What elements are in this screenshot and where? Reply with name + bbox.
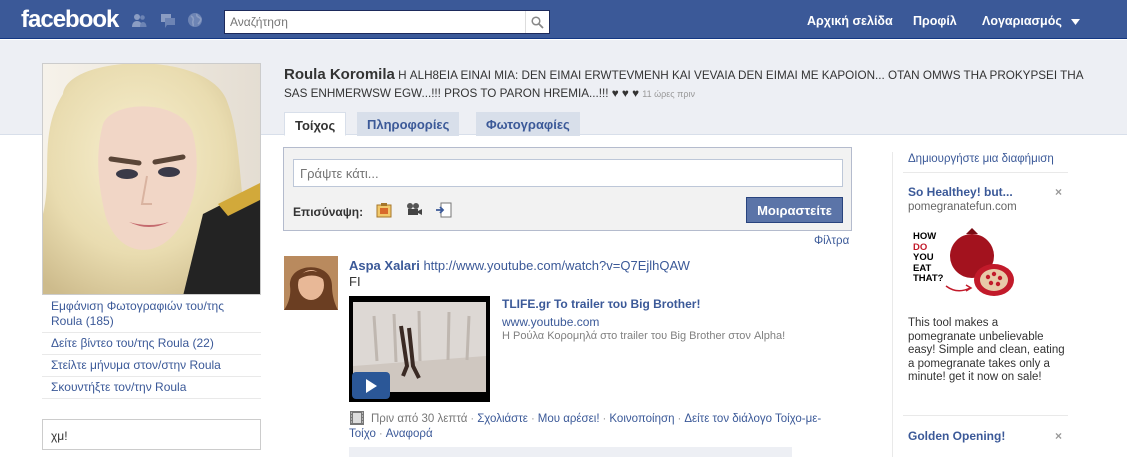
mini-status-box: χμ!	[42, 419, 261, 450]
ad1-caption-line: THAT?	[913, 273, 944, 284]
avatar-image	[284, 256, 338, 310]
play-button[interactable]	[352, 372, 390, 399]
ad1-close-button[interactable]: ×	[1055, 185, 1062, 199]
story-timestamp[interactable]: Πριν από 30 λεπτά	[371, 413, 467, 425]
share-link[interactable]: Κοινοποίηση	[609, 413, 674, 425]
filters-link[interactable]: Φίλτρα	[814, 235, 849, 247]
view-photos-link[interactable]: Εμφάνιση Φωτογραφιών του/της Roula (185)	[42, 296, 261, 333]
messages-icon[interactable]	[160, 12, 176, 28]
profile-left-links: Εμφάνιση Φωτογραφιών του/της Roula (185)…	[42, 296, 261, 399]
view-videos-link[interactable]: Δείτε βίντεο του/της Roula (22)	[42, 333, 261, 355]
status-timestamp[interactable]: 11 ώρες πριν	[642, 89, 695, 99]
profile-portrait-image	[43, 64, 260, 294]
ad1-domain[interactable]: pomegranatefun.com	[908, 201, 1017, 213]
ad1-caption-line: YOU	[913, 252, 934, 263]
attach-video-icon[interactable]	[405, 201, 423, 219]
share-button[interactable]: Μοιραστείτε	[746, 197, 843, 223]
video-title-link[interactable]: TLIFE.gr Το trailer του Big Brother!	[502, 297, 700, 311]
nav-home-link[interactable]: Αρχική σελίδα	[807, 14, 893, 28]
story-author-name[interactable]: Aspa Xalari	[349, 258, 420, 273]
profile-name-status: Roula Koromila Η ALH8EIA EINAI MIA: DEN …	[284, 66, 1084, 103]
nav-account-label: Λογαριασμός	[982, 14, 1062, 28]
ad1-image-caption: HOW DO YOU EAT THAT?	[913, 231, 944, 285]
send-message-link[interactable]: Στείλτε μήνυμα στον/στην Roula	[42, 355, 261, 377]
facebook-logo[interactable]: facebook	[21, 6, 119, 34]
story-url-tail: FI	[349, 274, 361, 289]
nav-account-link[interactable]: Λογαριασμός	[982, 14, 1081, 28]
video-domain-link[interactable]: www.youtube.com	[502, 315, 599, 329]
ad1-body-text: This tool makes a pomegranate unbelievab…	[908, 317, 1065, 383]
film-icon	[350, 411, 364, 425]
attach-link-icon[interactable]	[435, 201, 453, 219]
play-icon	[366, 378, 377, 393]
story-author-avatar[interactable]	[284, 256, 338, 310]
notifications-globe-icon[interactable]	[187, 12, 203, 28]
chevron-down-icon	[1071, 18, 1081, 25]
attach-label: Επισύναψη:	[293, 205, 364, 219]
comment-link[interactable]: Σχολιάστε	[477, 413, 528, 425]
story-footer: Πριν από 30 λεπτά · Σχολιάστε · Μου αρέσει! ·…	[349, 410, 859, 442]
ad2-close-button[interactable]: ×	[1055, 429, 1062, 443]
search-box	[224, 10, 550, 34]
ads-divider	[903, 172, 1068, 173]
like-link[interactable]: Μου αρέσει!	[538, 413, 600, 425]
ad2-title-link[interactable]: Golden Opening!	[908, 429, 1005, 443]
video-description: Η Ρούλα Κορομηλά στο trailer του Big Bro…	[502, 330, 786, 342]
report-link[interactable]: Αναφορά	[386, 428, 433, 440]
profile-name[interactable]: Roula Koromila	[284, 66, 395, 83]
top-bar: facebook Αρχική σελίδα Προφίλ Λογαριασμό…	[0, 0, 1127, 39]
story-url-link[interactable]: http://www.youtube.com/watch?v=Q7EjlhQAW	[423, 258, 690, 273]
poke-link[interactable]: Σκουντήξτε τον/την Roula	[42, 377, 261, 399]
ads-divider	[903, 415, 1068, 416]
friend-requests-icon[interactable]	[131, 12, 147, 28]
story-header: Aspa Xalari http://www.youtube.com/watch…	[349, 258, 849, 290]
search-button[interactable]	[525, 11, 549, 33]
search-icon	[531, 15, 544, 29]
like-bar	[349, 447, 792, 457]
attach-photo-icon[interactable]	[375, 201, 393, 219]
status-composer: Επισύναψη: Μοιραστείτε	[283, 147, 852, 231]
video-thumbnail[interactable]	[349, 296, 490, 402]
search-input[interactable]	[225, 11, 525, 33]
tab-info[interactable]: Πληροφορίες	[357, 112, 460, 136]
ad1-caption-line: HOW	[913, 231, 937, 242]
ad1-title-link[interactable]: So Healthey! but...	[908, 185, 1013, 199]
tab-wall[interactable]: Τοίχος	[284, 112, 347, 136]
profile-photo[interactable]	[42, 63, 261, 295]
create-ad-link[interactable]: Δημιουργήστε μια διαφήμιση	[908, 153, 1054, 165]
tab-photos[interactable]: Φωτογραφίες	[476, 112, 580, 136]
composer-input[interactable]	[293, 159, 843, 187]
ad1-image[interactable]: HOW DO YOU EAT THAT?	[908, 222, 1018, 306]
nav-profile-link[interactable]: Προφίλ	[913, 14, 957, 28]
